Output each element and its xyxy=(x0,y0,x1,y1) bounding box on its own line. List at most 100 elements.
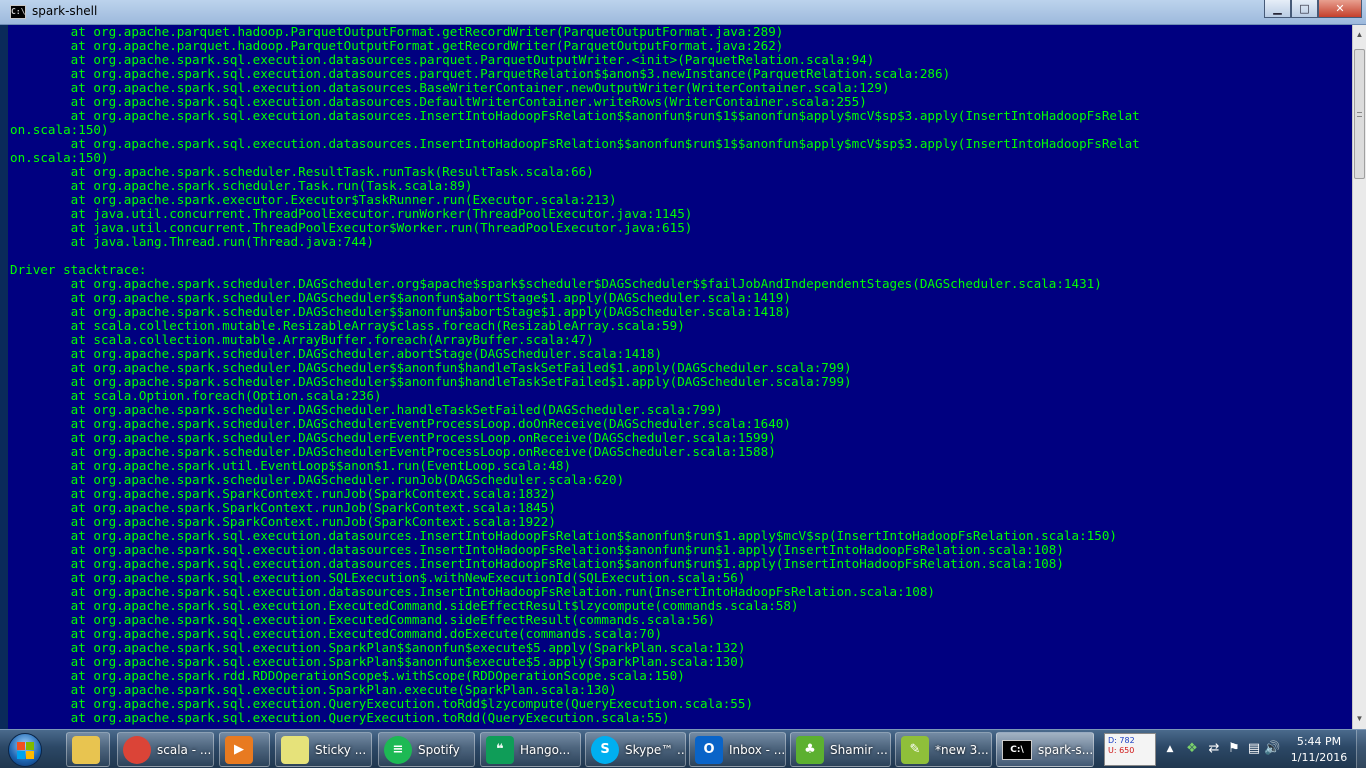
taskbar-item-label: Inbox - ... xyxy=(729,742,786,757)
console-line: at org.apache.spark.scheduler.DAGSchedul… xyxy=(10,417,791,431)
console-line: at org.apache.spark.sql.execution.dataso… xyxy=(10,137,1140,151)
console-line: at org.apache.spark.scheduler.DAGSchedul… xyxy=(10,347,663,361)
clock[interactable]: 5:44 PM 1/11/2016 xyxy=(1284,734,1354,766)
sticky-notes-icon xyxy=(281,735,309,764)
console-line: at org.apache.spark.scheduler.DAGSchedul… xyxy=(10,445,776,459)
scroll-down-arrow-icon[interactable]: ▼ xyxy=(1353,711,1366,727)
console-line: at java.lang.Thread.run(Thread.java:744) xyxy=(10,235,374,249)
cmd-icon: C:\ xyxy=(1002,739,1032,760)
console-line: at org.apache.spark.executor.Executor$Ta… xyxy=(10,193,617,207)
vertical-scrollbar[interactable]: ▲ ▼ xyxy=(1352,25,1366,729)
console-line: on.scala:150) xyxy=(10,123,109,137)
notepad-plus-icon: ✎ xyxy=(901,735,929,764)
console-line: at org.apache.spark.scheduler.DAGSchedul… xyxy=(10,305,791,319)
flag-icon[interactable]: ⚑ xyxy=(1226,741,1242,757)
skype-icon: S xyxy=(591,735,619,764)
console-line: at org.apache.spark.scheduler.DAGSchedul… xyxy=(10,361,852,375)
taskbar-item-cmd[interactable]: C:\ spark-s... xyxy=(996,732,1094,767)
console-line: at org.apache.spark.scheduler.ResultTask… xyxy=(10,165,594,179)
console-line: at org.apache.spark.util.EventLoop$$anon… xyxy=(10,459,572,473)
taskbar-item-outlook[interactable]: O Inbox - ... xyxy=(689,732,786,767)
console-line: at org.apache.spark.sql.execution.SparkP… xyxy=(10,641,746,655)
taskbar-item-label: spark-s... xyxy=(1038,742,1094,757)
upload-rate: U: 650 xyxy=(1108,746,1135,755)
console-line: at org.apache.spark.scheduler.Task.run(T… xyxy=(10,179,473,193)
console-line: at org.apache.spark.sql.execution.dataso… xyxy=(10,543,1064,557)
console-line: at java.util.concurrent.ThreadPoolExecut… xyxy=(10,221,693,235)
chrome-icon xyxy=(123,735,151,764)
taskbar-item-explorer[interactable] xyxy=(66,732,110,767)
console-line: at org.apache.spark.scheduler.DAGSchedul… xyxy=(10,277,1102,291)
cmd-icon: C:\ xyxy=(10,5,26,19)
window-title-bar[interactable]: C:\ spark-shell ▁ □ ✕ xyxy=(0,0,1366,25)
media-player-icon: ▶ xyxy=(225,735,253,764)
taskbar-item-chrome[interactable]: scala - ... xyxy=(117,732,214,767)
console-line: at org.apache.spark.sql.execution.dataso… xyxy=(10,53,875,67)
clover-icon: ♣ xyxy=(796,735,824,764)
taskbar-item-notepad[interactable]: ✎ *new 3... xyxy=(895,732,992,767)
taskbar-item-label: Sticky ... xyxy=(315,742,367,757)
network-meter: D: 782 U: 650 xyxy=(1104,733,1156,766)
console-line: at org.apache.spark.sql.execution.Execut… xyxy=(10,599,799,613)
console-line: at org.apache.spark.SparkContext.runJob(… xyxy=(10,487,556,501)
console-line: at scala.collection.mutable.ResizableArr… xyxy=(10,319,685,333)
taskbar-item-hangouts[interactable]: ❝ Hango... xyxy=(480,732,581,767)
volume-icon[interactable]: 🔊 xyxy=(1264,741,1280,757)
spotify-icon: ≡ xyxy=(384,735,412,764)
console-line: at scala.collection.mutable.ArrayBuffer.… xyxy=(10,333,594,347)
console-line: at org.apache.spark.sql.execution.SparkP… xyxy=(10,655,746,669)
clock-date: 1/11/2016 xyxy=(1290,751,1348,764)
console-line: at org.apache.spark.sql.execution.dataso… xyxy=(10,557,1064,571)
minimize-button[interactable]: ▁ xyxy=(1264,0,1291,18)
console-line: at org.apache.spark.SparkContext.runJob(… xyxy=(10,515,556,529)
taskbar-item-sticky[interactable]: Sticky ... xyxy=(275,732,372,767)
console-line: at org.apache.spark.scheduler.DAGSchedul… xyxy=(10,403,723,417)
console-line: at org.apache.spark.scheduler.DAGSchedul… xyxy=(10,473,625,487)
scrollbar-thumb[interactable] xyxy=(1354,49,1365,179)
taskbar-item-media[interactable]: ▶ xyxy=(219,732,270,767)
show-hidden-icon[interactable]: ▲ xyxy=(1162,741,1178,757)
network-share-icon[interactable]: ⇄ xyxy=(1206,741,1222,757)
console-line: at org.apache.spark.sql.execution.QueryE… xyxy=(10,711,670,725)
show-desktop-button[interactable] xyxy=(1356,730,1366,768)
console-line: at java.util.concurrent.ThreadPoolExecut… xyxy=(10,207,693,221)
console-line: at org.apache.spark.sql.execution.dataso… xyxy=(10,81,890,95)
console-line: at org.apache.spark.sql.execution.dataso… xyxy=(10,95,867,109)
console-line: at org.apache.spark.sql.execution.dataso… xyxy=(10,109,1140,123)
console-line: at org.apache.spark.sql.execution.SparkP… xyxy=(10,683,617,697)
dropbox-icon[interactable]: ❖ xyxy=(1184,741,1200,757)
taskbar-item-label: *new 3... xyxy=(935,742,989,757)
close-button[interactable]: ✕ xyxy=(1318,0,1362,18)
console-line: at org.apache.spark.scheduler.DAGSchedul… xyxy=(10,431,776,445)
taskbar-item-skype[interactable]: S Skype™ ... xyxy=(585,732,686,767)
taskbar-item-label: Skype™ ... xyxy=(625,742,686,757)
console-line: at org.apache.spark.SparkContext.runJob(… xyxy=(10,501,556,515)
maximize-button[interactable]: □ xyxy=(1291,0,1318,18)
taskbar-item-spotify[interactable]: ≡ Spotify xyxy=(378,732,475,767)
taskbar-item-label: scala - ... xyxy=(157,742,212,757)
console-line: at org.apache.spark.sql.execution.QueryE… xyxy=(10,697,754,711)
console-line: at org.apache.spark.rdd.RDDOperationScop… xyxy=(10,669,685,683)
console-output[interactable]: at org.apache.parquet.hadoop.ParquetOutp… xyxy=(8,25,1352,729)
windows-logo-icon xyxy=(8,732,42,767)
console-line: at org.apache.spark.sql.execution.dataso… xyxy=(10,529,1117,543)
taskbar: scala - ... ▶ Sticky ... ≡ Spotify ❝ Hango... S… xyxy=(0,729,1366,768)
console-line: at org.apache.spark.sql.execution.Execut… xyxy=(10,613,716,627)
console-line: at org.apache.spark.sql.execution.dataso… xyxy=(10,585,936,599)
console-line: at org.apache.parquet.hadoop.ParquetOutp… xyxy=(10,39,784,53)
console-line: Driver stacktrace: xyxy=(10,263,147,277)
outlook-icon: O xyxy=(695,735,723,764)
folder-icon xyxy=(72,735,100,764)
taskbar-item-shamir[interactable]: ♣ Shamir ... xyxy=(790,732,891,767)
download-rate: D: 782 xyxy=(1108,736,1135,745)
console-line: at org.apache.spark.sql.execution.dataso… xyxy=(10,67,951,81)
console-line: on.scala:150) xyxy=(10,151,109,165)
start-button[interactable] xyxy=(2,731,48,768)
taskbar-item-label: Hango... xyxy=(520,742,571,757)
console-line: at org.apache.spark.sql.execution.SQLExe… xyxy=(10,571,746,585)
scroll-up-arrow-icon[interactable]: ▲ xyxy=(1353,27,1366,43)
clock-time: 5:44 PM xyxy=(1296,735,1342,748)
taskbar-item-label: Shamir ... xyxy=(830,742,888,757)
network-icon[interactable]: ▤ xyxy=(1246,741,1262,757)
